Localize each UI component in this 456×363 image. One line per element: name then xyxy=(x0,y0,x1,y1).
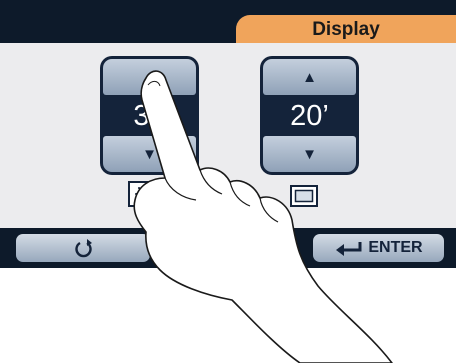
brightness-stepper: ▲ 30 ▼ xyxy=(100,56,199,175)
up-arrow-icon: ▲ xyxy=(302,68,317,86)
back-button[interactable] xyxy=(16,234,150,262)
up-arrow-icon: ▲ xyxy=(142,68,157,86)
brightness-down-button[interactable]: ▼ xyxy=(103,136,196,172)
device-screen: Display ▲ 30 ▼ ▲ 20’ ▼ ENTER xyxy=(0,0,456,268)
enter-button[interactable]: ENTER xyxy=(313,234,444,262)
down-arrow-icon: ▼ xyxy=(302,145,317,163)
enter-label: ENTER xyxy=(368,239,423,256)
brightness-up-button[interactable]: ▲ xyxy=(103,59,196,95)
timeout-down-button[interactable]: ▼ xyxy=(263,136,356,172)
settings-panel: ▲ 30 ▼ ▲ 20’ ▼ xyxy=(0,43,456,228)
monitor-icon xyxy=(294,189,314,203)
return-arrow-icon xyxy=(75,239,92,258)
tab-display-label: Display xyxy=(312,19,380,40)
sun-icon xyxy=(135,184,155,204)
timeout-up-button[interactable]: ▲ xyxy=(263,59,356,95)
brightness-value: 30 xyxy=(133,99,166,132)
timeout-value: 20’ xyxy=(290,99,329,132)
tab-display[interactable]: Display xyxy=(236,15,456,45)
enter-arrow-icon xyxy=(336,242,362,256)
brightness-icon-box xyxy=(128,181,162,207)
timeout-stepper: ▲ 20’ ▼ xyxy=(260,56,359,175)
screen-icon-box xyxy=(290,185,318,207)
down-arrow-icon: ▼ xyxy=(142,145,157,163)
